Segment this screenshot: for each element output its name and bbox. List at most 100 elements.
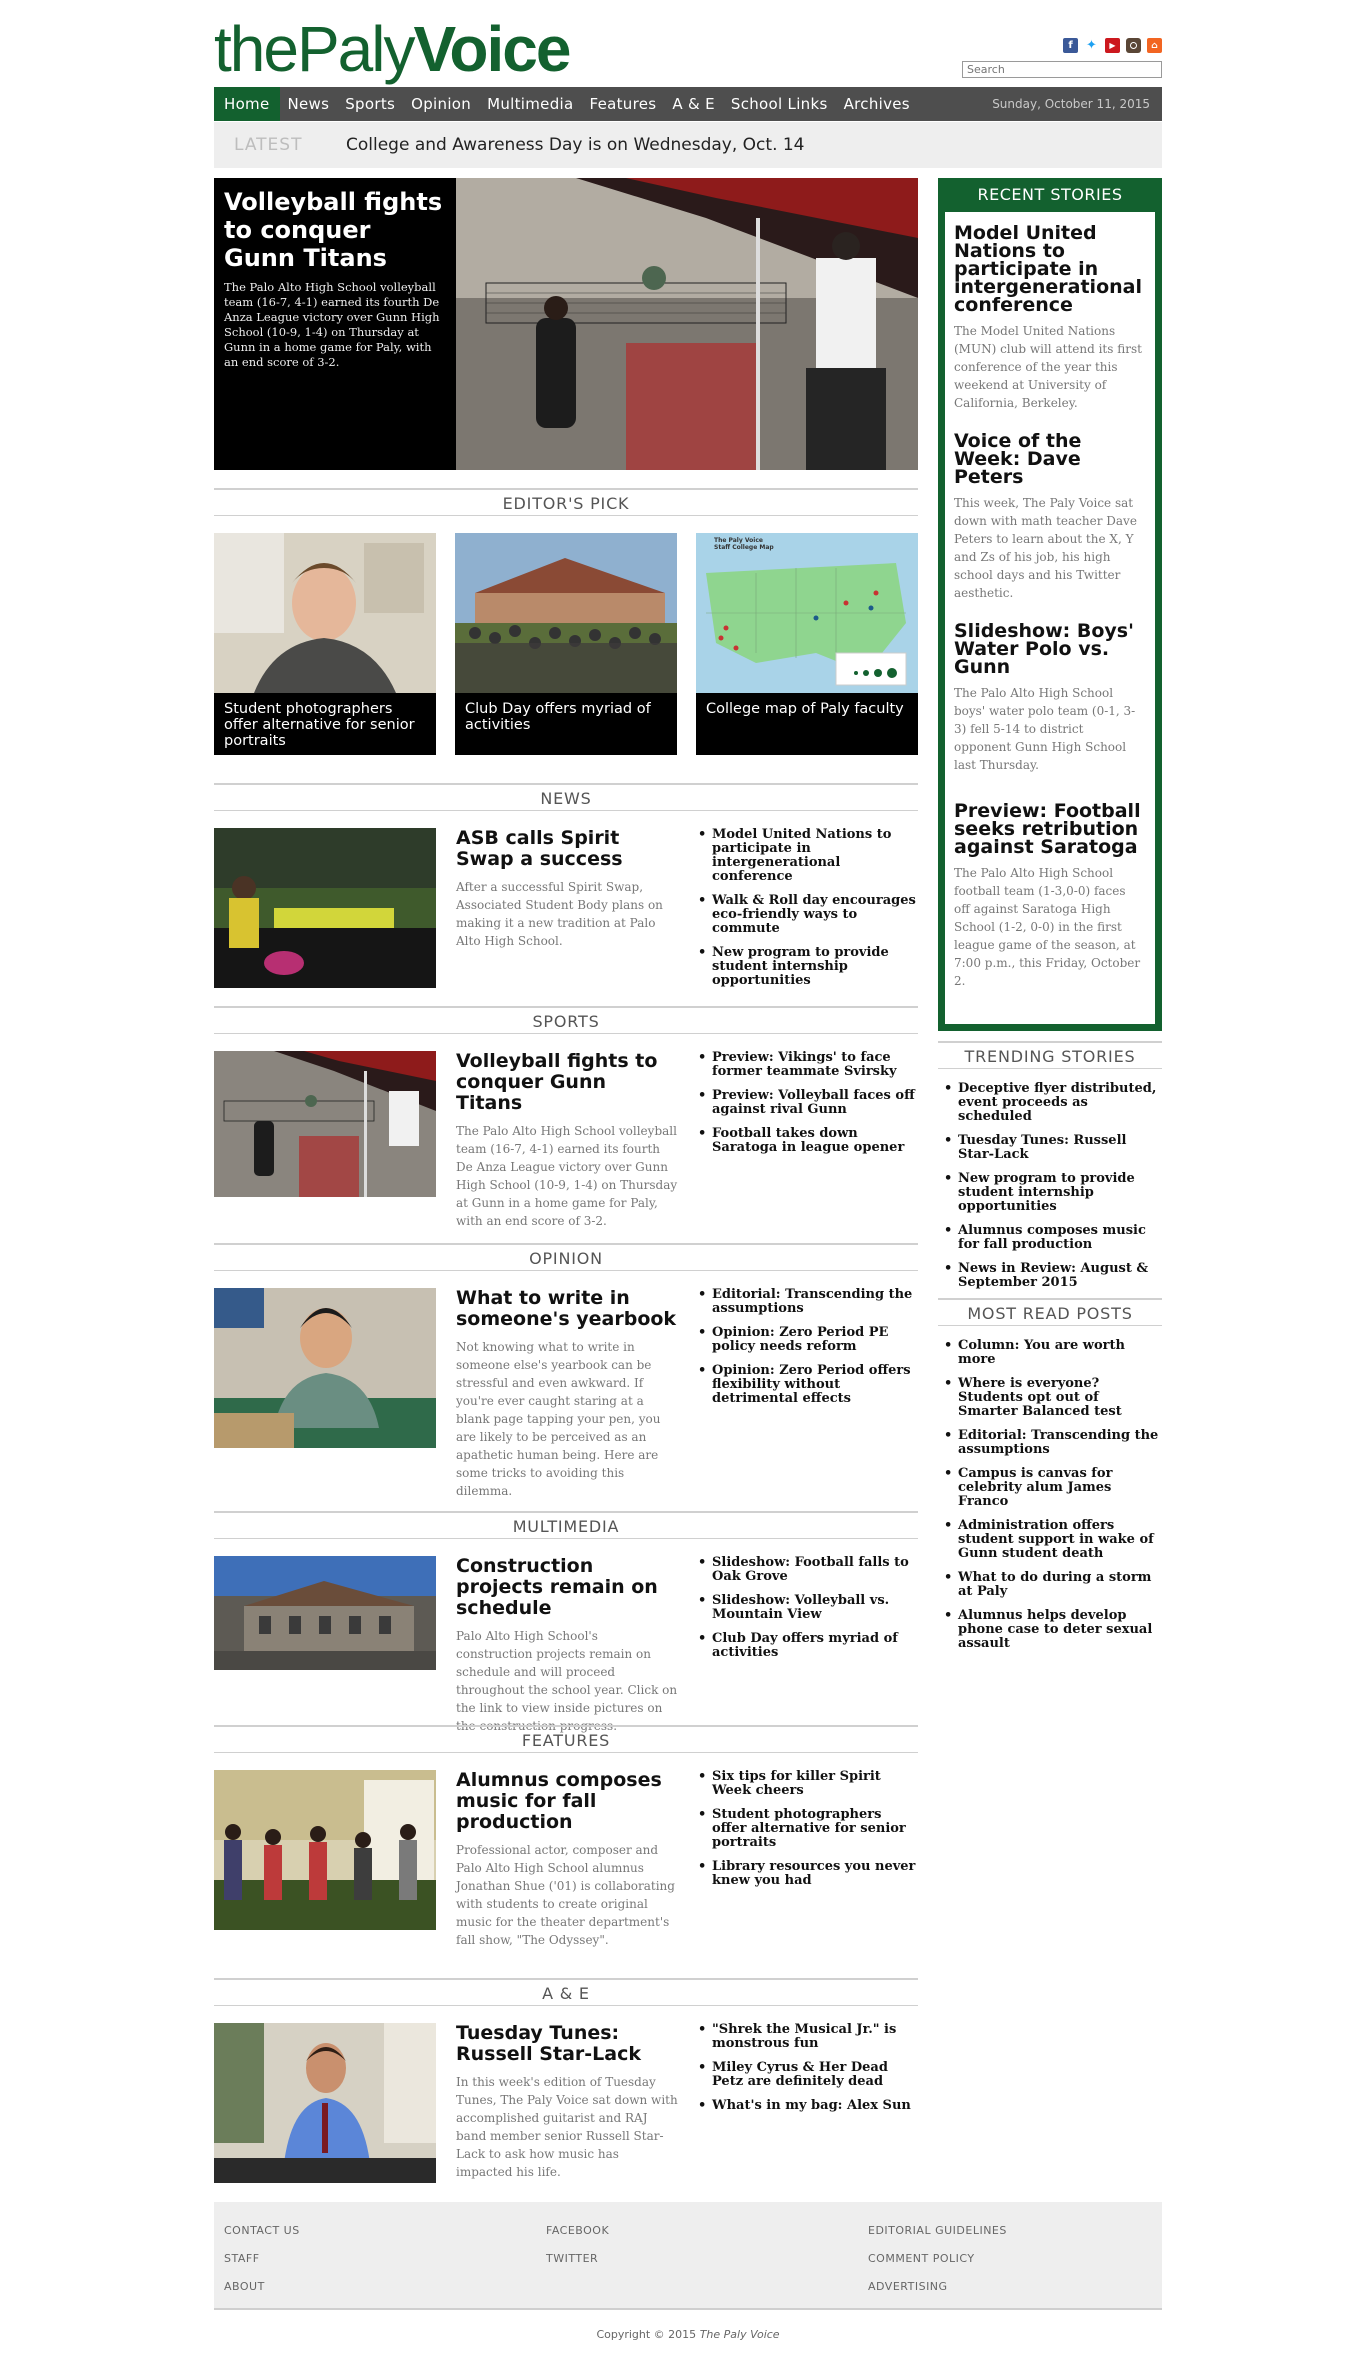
- hero-title[interactable]: Volleyball fights to conquer Gunn Titans: [224, 188, 446, 272]
- footer-link[interactable]: COMMENT POLICY: [868, 2252, 1007, 2265]
- recent-story: Preview: Football seeks retribution agai…: [954, 802, 1144, 990]
- multimedia-link[interactable]: Club Day offers myriad of activities: [698, 1632, 918, 1660]
- footer-link[interactable]: CONTACT US: [224, 2224, 300, 2237]
- multimedia-links: Slideshow: Football falls to Oak Grove S…: [698, 1556, 918, 1670]
- nav-item-multimedia[interactable]: Multimedia: [479, 87, 581, 121]
- logo-part-the: the: [214, 13, 299, 85]
- logo-part-voice: Voice: [413, 13, 571, 85]
- news-link[interactable]: Model United Nations to participate in i…: [698, 828, 918, 884]
- footer-link[interactable]: FACEBOOK: [546, 2224, 609, 2237]
- opinion-lead-title[interactable]: What to write in someone's yearbook: [456, 1288, 678, 1330]
- site-logo[interactable]: thePalyVoice: [214, 12, 571, 87]
- nav-item-sports[interactable]: Sports: [337, 87, 403, 121]
- most-read-item[interactable]: Column: You are worth more: [938, 1339, 1162, 1367]
- editors-pick-caption: Club Day offers myriad of activities: [465, 701, 651, 733]
- most-read-item[interactable]: Editorial: Transcending the assumptions: [938, 1429, 1162, 1457]
- nav-item-news[interactable]: News: [280, 87, 338, 121]
- copyright-text: Copyright © 2015: [596, 2328, 697, 2341]
- recent-story-title[interactable]: Slideshow: Boys' Water Polo vs. Gunn: [954, 622, 1144, 677]
- recent-story-summary: This week, The Paly Voice sat down with …: [954, 496, 1137, 600]
- ae-links: "Shrek the Musical Jr." is monstrous fun…: [698, 2023, 918, 2123]
- most-read-item[interactable]: What to do during a storm at Paly: [938, 1571, 1162, 1599]
- facebook-icon[interactable]: f: [1063, 38, 1078, 53]
- footer-link[interactable]: TWITTER: [546, 2252, 609, 2265]
- trending-item[interactable]: Tuesday Tunes: Russell Star-Lack: [938, 1134, 1162, 1162]
- most-read-item[interactable]: Administration offers student support in…: [938, 1519, 1162, 1561]
- sports-thumbnail[interactable]: [214, 1051, 436, 1197]
- section-heading-ae: A & E: [214, 1978, 918, 2006]
- search-input[interactable]: [962, 61, 1162, 78]
- opinion-link[interactable]: Editorial: Transcending the assumptions: [698, 1288, 918, 1316]
- nav-item-ae[interactable]: A & E: [664, 87, 722, 121]
- opinion-links: Editorial: Transcending the assumptions …: [698, 1288, 918, 1416]
- trending-item[interactable]: News in Review: August & September 2015: [938, 1262, 1162, 1290]
- news-lead-title[interactable]: ASB calls Spirit Swap a success: [456, 828, 678, 870]
- footer-link[interactable]: STAFF: [224, 2252, 300, 2265]
- trending-item[interactable]: Alumnus composes music for fall producti…: [938, 1224, 1162, 1252]
- hero-text: Volleyball fights to conquer Gunn Titans…: [214, 178, 456, 470]
- trending-item[interactable]: New program to provide student internshi…: [938, 1172, 1162, 1214]
- nav-item-archives[interactable]: Archives: [836, 87, 918, 121]
- multimedia-lead: Construction projects remain on schedule…: [456, 1556, 678, 1735]
- recent-story-title[interactable]: Voice of the Week: Dave Peters: [954, 432, 1144, 487]
- features-link[interactable]: Six tips for killer Spirit Week cheers: [698, 1770, 918, 1798]
- recent-story: Voice of the Week: Dave Peters This week…: [954, 432, 1144, 602]
- editors-pick-caption: College map of Paly faculty: [706, 701, 904, 717]
- latest-headline[interactable]: College and Awareness Day is on Wednesda…: [346, 135, 805, 155]
- recent-stories-heading: RECENT STORIES: [938, 178, 1162, 212]
- news-links: Model United Nations to participate in i…: [698, 828, 918, 998]
- multimedia-lead-title[interactable]: Construction projects remain on schedule: [456, 1556, 678, 1619]
- copyright: Copyright © 2015 The Paly Voice: [214, 2328, 1162, 2341]
- copyright-name: The Paly Voice: [699, 2328, 780, 2341]
- nav-item-features[interactable]: Features: [581, 87, 664, 121]
- recent-stories-box: RECENT STORIES Model United Nations to p…: [938, 178, 1162, 1031]
- nav-item-home[interactable]: Home: [214, 87, 280, 121]
- opinion-lead-summary: Not knowing what to write in someone els…: [456, 1340, 661, 1498]
- section-heading-opinion: OPINION: [214, 1243, 918, 1271]
- features-link[interactable]: Library resources you never knew you had: [698, 1860, 918, 1888]
- multimedia-link[interactable]: Slideshow: Volleyball vs. Mountain View: [698, 1594, 918, 1622]
- sports-link[interactable]: Football takes down Saratoga in league o…: [698, 1127, 918, 1155]
- opinion-link[interactable]: Opinion: Zero Period offers flexibility …: [698, 1364, 918, 1406]
- sports-lead-title[interactable]: Volleyball fights to conquer Gunn Titans: [456, 1051, 678, 1114]
- hero-photo[interactable]: [456, 178, 918, 470]
- sports-link[interactable]: Preview: Vikings' to face former teammat…: [698, 1051, 918, 1079]
- ae-lead-title[interactable]: Tuesday Tunes: Russell Star-Lack: [456, 2023, 678, 2065]
- recent-story-title[interactable]: Model United Nations to participate in i…: [954, 224, 1144, 315]
- opinion-thumbnail[interactable]: [214, 1288, 436, 1448]
- editors-pick-card[interactable]: The Paly Voice Staff College Map College…: [696, 533, 918, 755]
- editors-pick-card[interactable]: Club Day offers myriad of activities: [455, 533, 677, 755]
- editors-pick-card[interactable]: Student photographers offer alternative …: [214, 533, 436, 755]
- features-thumbnail[interactable]: [214, 1770, 436, 1930]
- most-read-heading: MOST READ POSTS: [938, 1298, 1162, 1326]
- hero-story[interactable]: Volleyball fights to conquer Gunn Titans…: [214, 178, 918, 470]
- news-thumbnail[interactable]: [214, 828, 436, 988]
- multimedia-link[interactable]: Slideshow: Football falls to Oak Grove: [698, 1556, 918, 1584]
- ae-link[interactable]: What's in my bag: Alex Sun: [698, 2099, 918, 2114]
- ae-link[interactable]: "Shrek the Musical Jr." is monstrous fun: [698, 2023, 918, 2051]
- nav-item-school-links[interactable]: School Links: [723, 87, 836, 121]
- youtube-icon[interactable]: ▶: [1105, 38, 1120, 53]
- news-link[interactable]: New program to provide student internshi…: [698, 946, 918, 988]
- footer-link[interactable]: ABOUT: [224, 2280, 300, 2293]
- rss-icon[interactable]: ⌂: [1147, 38, 1162, 53]
- sports-link[interactable]: Preview: Volleyball faces off against ri…: [698, 1089, 918, 1117]
- footer-link[interactable]: EDITORIAL GUIDELINES: [868, 2224, 1007, 2237]
- opinion-link[interactable]: Opinion: Zero Period PE policy needs ref…: [698, 1326, 918, 1354]
- trending-item[interactable]: Deceptive flyer distributed, event proce…: [938, 1082, 1162, 1124]
- ae-thumbnail[interactable]: [214, 2023, 436, 2183]
- features-link[interactable]: Student photographers offer alternative …: [698, 1808, 918, 1850]
- features-lead-title[interactable]: Alumnus composes music for fall producti…: [456, 1770, 678, 1833]
- recent-story-title[interactable]: Preview: Football seeks retribution agai…: [954, 802, 1144, 857]
- most-read-item[interactable]: Alumnus helps develop phone case to dete…: [938, 1609, 1162, 1651]
- nav-item-opinion[interactable]: Opinion: [403, 87, 479, 121]
- instagram-icon[interactable]: [1126, 38, 1141, 53]
- news-link[interactable]: Walk & Roll day encourages eco-friendly …: [698, 894, 918, 936]
- multimedia-thumbnail[interactable]: [214, 1556, 436, 1670]
- trending-heading: TRENDING STORIES: [938, 1041, 1162, 1069]
- ae-link[interactable]: Miley Cyrus & Her Dead Petz are definite…: [698, 2061, 918, 2089]
- most-read-item[interactable]: Where is everyone? Students opt out of S…: [938, 1377, 1162, 1419]
- twitter-icon[interactable]: ✦: [1084, 38, 1099, 53]
- footer-link[interactable]: ADVERTISING: [868, 2280, 1007, 2293]
- most-read-item[interactable]: Campus is canvas for celebrity alum Jame…: [938, 1467, 1162, 1509]
